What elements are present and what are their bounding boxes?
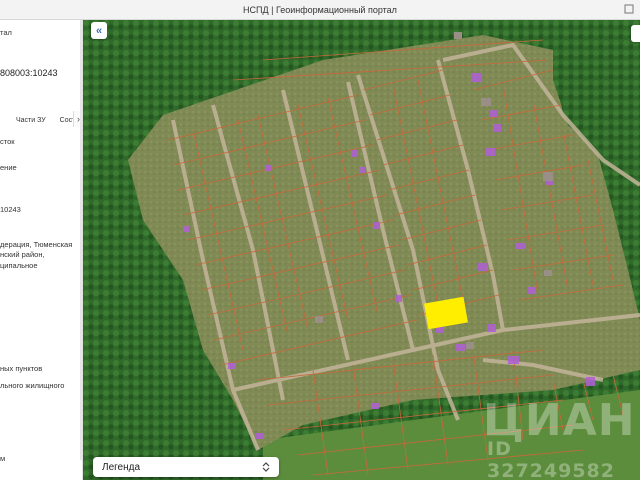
address-line-2: нский район, (0, 250, 45, 259)
map-view[interactable]: ЦИАН ID 327249582 (83, 20, 640, 480)
object-number: 10243 (0, 205, 21, 214)
map-tool-button[interactable] (631, 25, 640, 42)
panel-header-text: тал (0, 28, 12, 37)
window-title: НСПД | Геоинформационный портал (243, 4, 397, 15)
cadastral-number: 808003:10243 (0, 68, 58, 78)
double-chevron-left-icon: « (95, 24, 103, 37)
tab-parts[interactable]: Части ЗУ (16, 117, 46, 124)
panel-tabs: Части ЗУ Сост (0, 112, 82, 128)
window-control-icon[interactable] (624, 4, 634, 14)
info-panel: тал 808003:10243 Части ЗУ Сост › сток ен… (0, 20, 83, 480)
chevron-up-down-icon (262, 462, 270, 472)
area-unit: м (0, 454, 6, 463)
legend-dropdown[interactable]: Легенда (93, 457, 279, 477)
collapse-panel-button[interactable]: « (91, 22, 107, 39)
legend-label: Легенда (102, 461, 141, 473)
object-type: сток (0, 137, 15, 146)
permitted-use: льного жилищного (0, 381, 65, 390)
land-category: ных пунктов (0, 364, 43, 373)
window-titlebar: НСПД | Геоинформационный портал (0, 0, 640, 20)
address-line-1: дерация, Тюменская (0, 240, 73, 249)
object-status: ение (0, 163, 17, 172)
address-line-3: ципальное (0, 261, 38, 270)
watermark-id: ID 327249582 (487, 438, 615, 480)
